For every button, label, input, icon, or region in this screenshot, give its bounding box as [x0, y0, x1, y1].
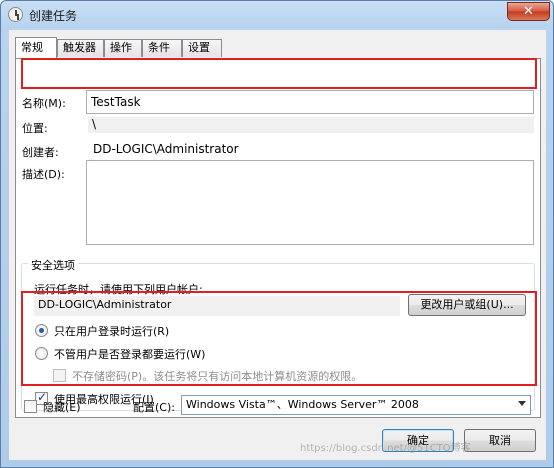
name-label: 名称(M): [22, 97, 66, 110]
tab-conditions[interactable]: 条件 [142, 39, 182, 57]
cancel-button[interactable]: 取消 [464, 429, 536, 452]
configure-selected-value: Windows Vista™、Windows Server™ 2008 [186, 398, 419, 411]
do-not-store-password-label: 不存储密码(P)。该任务将只有访问本地计算机资源的权限。 [72, 370, 363, 383]
tab-actions[interactable]: 操作 [104, 39, 142, 57]
run-as-prompt: 运行任务时，请使用下列用户帐户: [34, 283, 203, 296]
run-when-logged-on-label[interactable]: 只在用户登录时运行(R) [54, 323, 169, 339]
chevron-down-icon [518, 401, 526, 406]
watermark: https://blog.csdn.net/@51CTO博客 [300, 443, 471, 454]
description-label: 描述(D): [22, 168, 65, 181]
change-user-button[interactable]: 更改用户或组(U)... [408, 294, 526, 316]
configure-label: 配置(C): [133, 401, 175, 414]
author-label: 创建者: [22, 146, 59, 159]
hidden-checkbox[interactable] [24, 400, 37, 413]
description-field[interactable] [86, 160, 534, 245]
author-value: DD-LOGIC\Administrator [93, 142, 239, 156]
tab-settings[interactable]: 设置 [182, 39, 222, 57]
hidden-label[interactable]: 隐藏(E) [43, 399, 81, 415]
name-field[interactable]: TestTask [86, 90, 534, 114]
create-task-window: 创建任务 ✕ 常规 触发器 操作 条件 设置 名称(M): TestTask 位… [0, 0, 554, 468]
tab-general[interactable]: 常规 [15, 37, 57, 58]
configure-select[interactable]: Windows Vista™、Windows Server™ 2008 [181, 395, 531, 415]
close-button[interactable]: ✕ [507, 2, 550, 21]
radio-run-when-logged-on[interactable] [35, 324, 48, 337]
tab-triggers[interactable]: 触发器 [57, 39, 104, 57]
location-value: \ [88, 117, 534, 133]
general-tab-panel: 名称(M): TestTask 位置: \ 创建者: DD-LOGIC\Admi… [15, 58, 541, 418]
security-options-title: 安全选项 [28, 257, 78, 273]
title-bar[interactable]: 创建任务 ✕ [1, 1, 553, 29]
do-not-store-password-checkbox[interactable] [53, 369, 66, 382]
location-label: 位置: [22, 122, 48, 135]
run-whether-logged-on-label[interactable]: 不管用户是否登录都要运行(W) [54, 346, 205, 362]
account-value: DD-LOGIC\Administrator [34, 296, 400, 316]
window-title: 创建任务 [29, 9, 78, 23]
clock-icon [8, 7, 23, 22]
radio-run-whether-logged-on[interactable] [35, 347, 48, 360]
dialog-client: 常规 触发器 操作 条件 设置 名称(M): TestTask 位置: \ 创建… [9, 30, 546, 460]
